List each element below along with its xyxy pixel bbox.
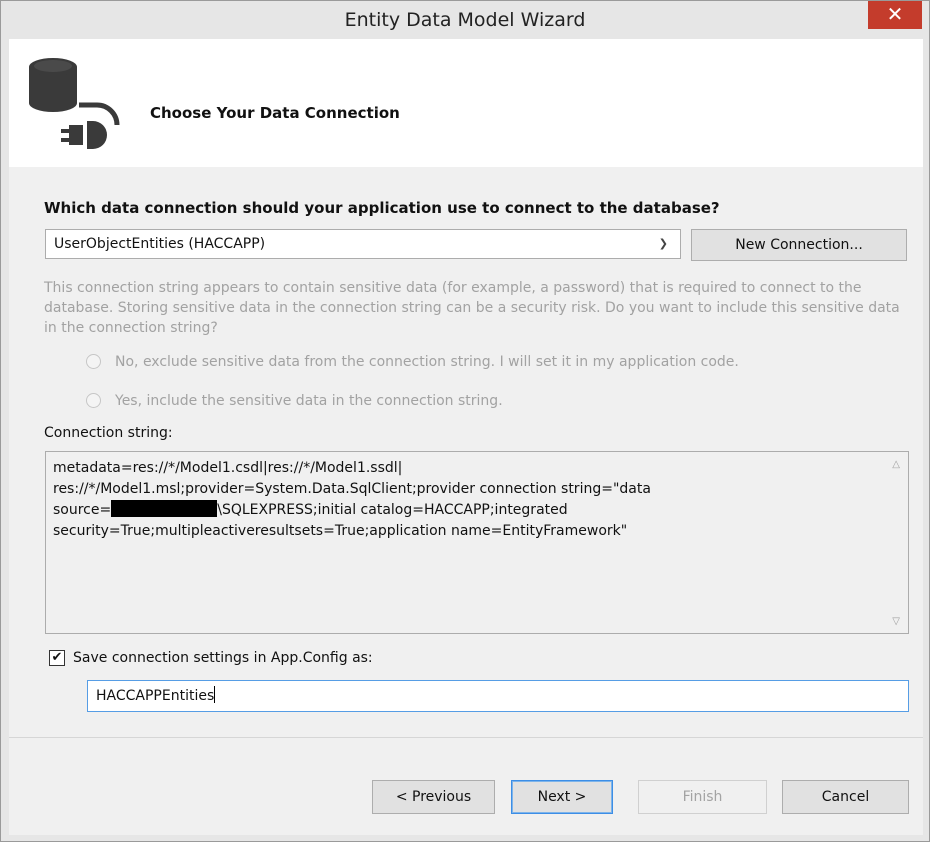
sensitive-data-description: This connection string appears to contai… <box>44 280 900 336</box>
connection-string-line: metadata=res://*/Model1.csdl|res://*/Mod… <box>53 460 403 476</box>
radio-include-label: Yes, include the sensitive data in the c… <box>115 393 503 409</box>
cancel-button[interactable]: Cancel <box>782 780 909 814</box>
connection-string-source-prefix: source= <box>53 502 112 518</box>
scroll-up-icon[interactable]: △ <box>892 459 900 470</box>
connection-string-line: source= \SQLEXPRESS;initial catalog=HACCA… <box>53 500 883 521</box>
close-icon: ✕ <box>886 2 904 26</box>
entity-name-input[interactable]: HACCAPPEntities <box>87 680 909 712</box>
previous-button[interactable]: < Previous <box>372 780 495 814</box>
new-connection-button[interactable]: New Connection... <box>691 229 907 261</box>
scroll-down-icon[interactable]: ▽ <box>892 616 900 627</box>
save-settings-label: Save connection settings in App.Config a… <box>73 650 373 666</box>
connection-string-label: Connection string: <box>44 425 173 441</box>
chevron-down-icon[interactable]: ❯ <box>659 230 668 258</box>
entity-name-value: HACCAPPEntities <box>96 688 215 704</box>
save-settings-checkbox[interactable]: ✔ <box>49 650 65 666</box>
text-caret <box>214 686 216 703</box>
connection-question: Which data connection should your applic… <box>44 199 720 217</box>
page-title: Choose Your Data Connection <box>150 104 400 122</box>
title-bar: Entity Data Model Wizard ✕ <box>1 1 929 39</box>
radio-exclude-label: No, exclude sensitive data from the conn… <box>115 354 739 370</box>
connection-string-textbox[interactable]: metadata=res://*/Model1.csdl|res://*/Mod… <box>45 451 909 634</box>
checkmark-icon: ✔ <box>51 650 63 665</box>
finish-button[interactable]: Finish <box>638 780 767 814</box>
redacted-server-name <box>111 500 218 517</box>
close-button[interactable]: ✕ <box>868 1 922 29</box>
connection-string-text: metadata=res://*/Model1.csdl|res://*/Mod… <box>53 458 883 542</box>
radio-button[interactable] <box>86 393 101 408</box>
database-plug-icon <box>29 58 120 149</box>
connection-string-line: res://*/Model1.msl;provider=System.Data.… <box>53 481 651 497</box>
wizard-header: Choose Your Data Connection <box>9 39 923 167</box>
window-title: Entity Data Model Wizard <box>344 9 586 31</box>
wizard-window: Entity Data Model Wizard ✕ Choose Your D… <box>0 0 930 842</box>
next-button[interactable]: Next > <box>511 780 613 814</box>
connection-string-line: security=True;multipleactiveresultsets=T… <box>53 523 628 539</box>
radio-button[interactable] <box>86 354 101 369</box>
connection-dropdown-value: UserObjectEntities (HACCAPP) <box>54 236 266 252</box>
connection-string-source-suffix: \SQLEXPRESS;initial catalog=HACCAPP;inte… <box>217 502 568 518</box>
connection-dropdown[interactable]: UserObjectEntities (HACCAPP) ❯ <box>45 229 681 259</box>
